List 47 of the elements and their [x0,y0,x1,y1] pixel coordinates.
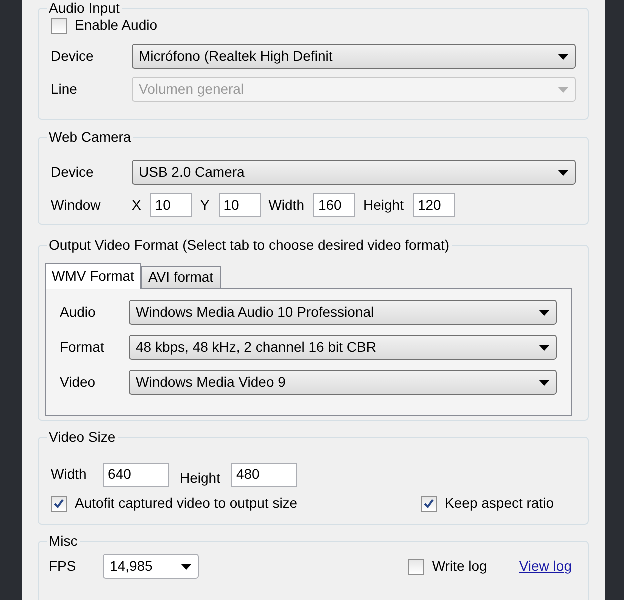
field-label: Y [200,196,210,214]
field-label: Width [51,465,88,484]
input-field[interactable]: 640 [103,462,169,486]
dropdown[interactable]: Micrófono (Realtek High Definit [132,44,576,69]
caret-icon [558,54,569,60]
field-label: Width [268,196,304,214]
caret-icon [539,310,550,316]
field-label: Write log [432,557,488,576]
dropdown[interactable]: Windows Media Video 9 [129,370,557,395]
tab[interactable]: AVI format [141,266,221,288]
input-field[interactable]: 160 [313,193,356,217]
input-field[interactable]: 480 [231,462,298,486]
caret-icon [558,86,569,92]
caret-icon [539,344,550,350]
view-log-link[interactable]: View log [519,556,572,577]
input-field[interactable]: 120 [412,193,455,217]
caret-icon [539,380,550,386]
caret-icon [558,170,569,176]
field-label: Line [51,80,78,99]
group-title: Audio Input [47,0,122,17]
dropdown[interactable]: 48 kbps, 48 kHz, 2 channel 16 bit CBR [129,335,557,360]
caret-icon [181,564,192,570]
field-label: Video [60,373,97,392]
input-field[interactable]: 10 [218,193,261,217]
checkmark-icon [54,498,64,508]
field-label: Height [180,469,220,488]
checkbox[interactable] [51,18,67,34]
checkmark-icon [424,498,434,508]
field-label: Device [51,47,95,66]
field-label: Window [51,196,102,214]
field-label: Autofit captured video to output size [75,494,298,513]
field-label: Height [363,196,404,215]
field-label: Keep aspect ratio [445,494,554,513]
dropdown[interactable]: Windows Media Audio 10 Professional [129,300,557,325]
tab[interactable]: WMV Format [45,263,142,289]
checkbox[interactable] [408,558,424,574]
field-label: X [132,196,142,214]
dropdown[interactable]: USB 2.0 Camera [132,160,576,185]
field-label: FPS [49,557,78,576]
checkbox[interactable] [51,496,67,512]
field-label: Format [60,338,106,357]
field-label: Device [51,163,95,182]
checkbox[interactable] [421,496,438,512]
input-field[interactable]: 10 [150,193,192,217]
dropdown[interactable]: 14,985 [103,554,199,579]
field-label: Audio [60,303,97,322]
field-label: Enable Audio [75,16,158,35]
